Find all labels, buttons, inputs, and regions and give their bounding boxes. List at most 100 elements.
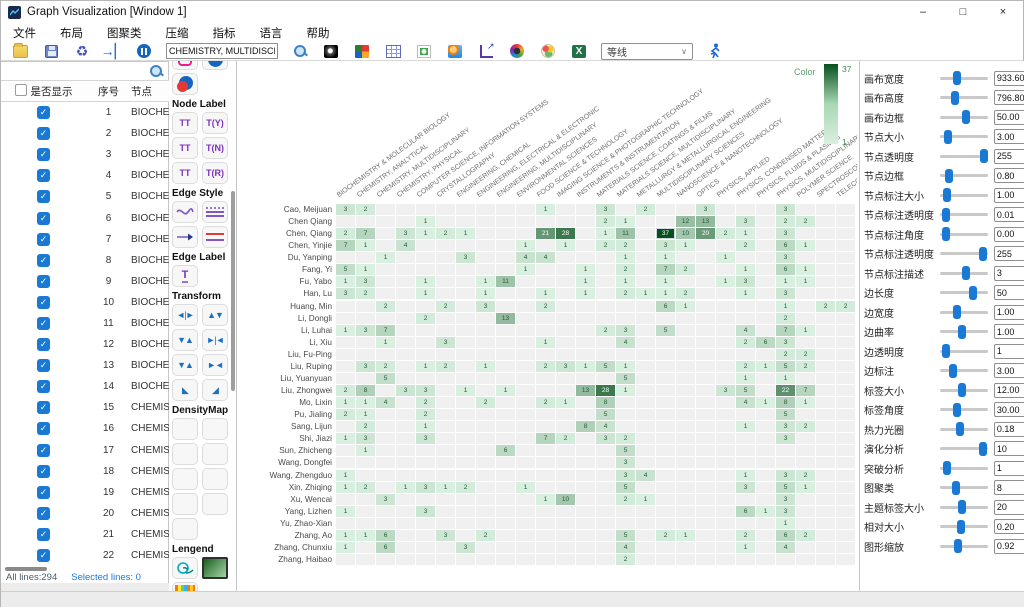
heatmap-cell[interactable]: 1 bbox=[796, 264, 815, 275]
heatmap-cell[interactable]: 5 bbox=[376, 373, 395, 384]
heatmap-cell[interactable] bbox=[476, 313, 495, 324]
heatmap-cell[interactable] bbox=[696, 409, 715, 420]
heatmap-cell[interactable] bbox=[516, 216, 535, 227]
slider-value[interactable]: 796.80 bbox=[994, 90, 1024, 105]
dark-preview-icon[interactable] bbox=[322, 42, 340, 60]
heatmap-cell[interactable] bbox=[756, 288, 775, 299]
heatmap-cell[interactable]: 1 bbox=[776, 518, 795, 529]
heatmap-cell[interactable] bbox=[416, 373, 435, 384]
heatmap-cell[interactable] bbox=[516, 506, 535, 517]
slider-track[interactable] bbox=[940, 428, 988, 431]
heatmap-cell[interactable] bbox=[516, 421, 535, 432]
heatmap-cell[interactable] bbox=[576, 373, 595, 384]
slider-thumb[interactable] bbox=[958, 383, 966, 397]
heatmap-cell[interactable] bbox=[696, 470, 715, 481]
heatmap-cell[interactable] bbox=[376, 204, 395, 215]
node-shape-square-button[interactable] bbox=[172, 61, 198, 70]
heatmap-cell[interactable]: 3 bbox=[456, 252, 475, 263]
heatmap-cell[interactable] bbox=[736, 204, 755, 215]
heatmap-cell[interactable] bbox=[536, 506, 555, 517]
heatmap-cell[interactable]: 1 bbox=[676, 301, 695, 312]
heatmap-cell[interactable]: 3 bbox=[476, 301, 495, 312]
heatmap-cell[interactable]: 6 bbox=[656, 301, 675, 312]
heatmap-cell[interactable] bbox=[756, 204, 775, 215]
minimize-button[interactable]: – bbox=[903, 1, 943, 23]
heatmap-cell[interactable] bbox=[376, 288, 395, 299]
heatmap-cell[interactable] bbox=[696, 397, 715, 408]
edge-label-t-button[interactable]: T bbox=[172, 265, 198, 287]
slider-thumb[interactable] bbox=[979, 442, 987, 456]
heatmap-cell[interactable] bbox=[696, 313, 715, 324]
heatmap-cell[interactable]: 2 bbox=[616, 494, 635, 505]
heatmap-cell[interactable]: 3 bbox=[556, 361, 575, 372]
table-search-icon[interactable] bbox=[149, 64, 163, 78]
heatmap-cell[interactable]: 2 bbox=[436, 228, 455, 239]
slider-track[interactable] bbox=[940, 77, 988, 80]
heatmap-cell[interactable]: 3 bbox=[596, 433, 615, 444]
heatmap-cell[interactable] bbox=[636, 518, 655, 529]
heatmap-cell[interactable] bbox=[456, 433, 475, 444]
heatmap-cell[interactable] bbox=[676, 494, 695, 505]
table-row[interactable]: ✓16CHEMIS bbox=[1, 418, 169, 439]
heatmap-cell[interactable] bbox=[456, 313, 475, 324]
row-checkbox[interactable]: ✓ bbox=[37, 212, 50, 225]
heatmap-cell[interactable] bbox=[536, 276, 555, 287]
heatmap-cell[interactable] bbox=[436, 518, 455, 529]
heatmap-cell[interactable] bbox=[556, 301, 575, 312]
slider-track[interactable] bbox=[940, 174, 988, 177]
heatmap-cell[interactable] bbox=[376, 313, 395, 324]
heatmap-cell[interactable]: 2 bbox=[476, 530, 495, 541]
heatmap-cell[interactable] bbox=[536, 385, 555, 396]
heatmap-cell[interactable] bbox=[836, 421, 855, 432]
heatmap-cell[interactable] bbox=[356, 470, 375, 481]
heatmap-cell[interactable]: 2 bbox=[736, 361, 755, 372]
heatmap-cell[interactable] bbox=[816, 518, 835, 529]
slider-value[interactable]: 0.80 bbox=[994, 168, 1024, 183]
heatmap-cell[interactable] bbox=[416, 264, 435, 275]
heatmap-cell[interactable] bbox=[596, 470, 615, 481]
heatmap-cell[interactable] bbox=[816, 349, 835, 360]
heatmap-cell[interactable]: 2 bbox=[736, 240, 755, 251]
heatmap-cell[interactable] bbox=[356, 301, 375, 312]
heatmap-cell[interactable] bbox=[816, 313, 835, 324]
slider-value[interactable]: 30.00 bbox=[994, 402, 1024, 417]
heatmap-cell[interactable] bbox=[476, 228, 495, 239]
heatmap-cell[interactable] bbox=[636, 337, 655, 348]
heatmap-cell[interactable] bbox=[616, 204, 635, 215]
slider-track[interactable] bbox=[940, 369, 988, 372]
heatmap-cell[interactable]: 5 bbox=[656, 325, 675, 336]
heatmap-cell[interactable] bbox=[496, 433, 515, 444]
heatmap-cell[interactable] bbox=[476, 216, 495, 227]
slider-value[interactable]: 0.18 bbox=[994, 422, 1024, 437]
heatmap-cell[interactable] bbox=[456, 204, 475, 215]
heatmap-cell[interactable] bbox=[696, 494, 715, 505]
heatmap-cell[interactable] bbox=[816, 433, 835, 444]
heatmap-cell[interactable] bbox=[436, 385, 455, 396]
heatmap-cell[interactable] bbox=[336, 337, 355, 348]
heatmap-cell[interactable]: 7 bbox=[796, 385, 815, 396]
heatmap-cell[interactable]: 4 bbox=[776, 542, 795, 553]
heatmap-cell[interactable]: 1 bbox=[736, 373, 755, 384]
heatmap-cell[interactable]: 2 bbox=[536, 361, 555, 372]
heatmap-cell[interactable]: 4 bbox=[516, 252, 535, 263]
heatmap-cell[interactable] bbox=[356, 518, 375, 529]
heatmap-cell[interactable]: 1 bbox=[576, 361, 595, 372]
heatmap-cell[interactable] bbox=[816, 530, 835, 541]
heatmap-cell[interactable]: 1 bbox=[416, 228, 435, 239]
heatmap-cell[interactable]: 1 bbox=[616, 361, 635, 372]
heatmap-cell[interactable] bbox=[736, 457, 755, 468]
slider-thumb[interactable] bbox=[942, 208, 950, 222]
heatmap-cell[interactable]: 1 bbox=[676, 530, 695, 541]
heatmap-cell[interactable]: 20 bbox=[696, 228, 715, 239]
heatmap-cell[interactable]: 1 bbox=[516, 240, 535, 251]
row-checkbox[interactable]: ✓ bbox=[37, 254, 50, 267]
heatmap-cell[interactable] bbox=[656, 397, 675, 408]
heatmap-cell[interactable] bbox=[536, 373, 555, 384]
heatmap-cell[interactable]: 3 bbox=[356, 276, 375, 287]
heatmap-cell[interactable] bbox=[416, 470, 435, 481]
heatmap-cell[interactable]: 2 bbox=[776, 313, 795, 324]
heatmap-cell[interactable]: 2 bbox=[536, 397, 555, 408]
heatmap-cell[interactable] bbox=[496, 409, 515, 420]
heatmap-cell[interactable]: 1 bbox=[436, 482, 455, 493]
heatmap-cell[interactable] bbox=[696, 240, 715, 251]
